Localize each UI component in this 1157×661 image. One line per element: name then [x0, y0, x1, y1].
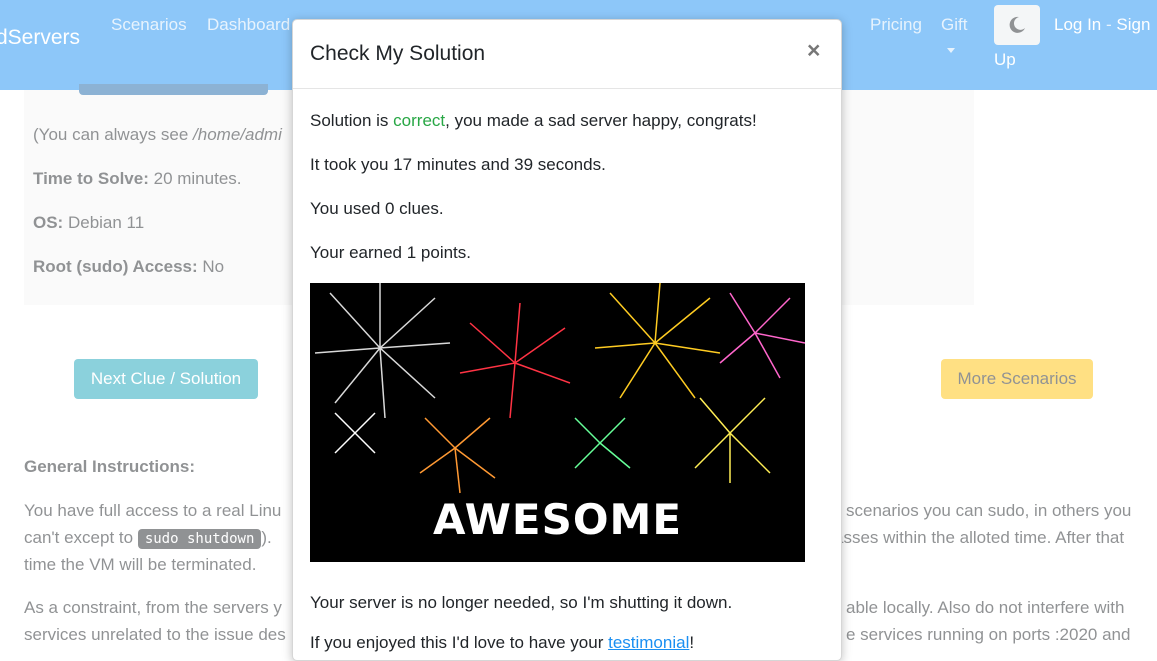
testimonial-link[interactable]: testimonial — [608, 633, 689, 652]
solution-status: correct — [393, 111, 446, 130]
close-icon[interactable]: × — [807, 37, 820, 64]
shutdown-message: Your server is no longer needed, so I'm … — [310, 593, 733, 612]
check-solution-modal: Check My Solution × Solution is correct,… — [292, 19, 842, 661]
testimonial-line: If you enjoyed this I'd love to have you… — [310, 633, 694, 653]
modal-title: Check My Solution — [310, 42, 486, 65]
fireworks-image: AWESOME — [310, 283, 805, 562]
points-earned: Your earned 1 points. — [310, 243, 471, 262]
solution-suffix: , you made a sad server happy, congrats! — [445, 111, 757, 130]
solution-status-line: Solution is correct, you made a sad serv… — [310, 111, 757, 131]
testimonial-suffix: ! — [689, 633, 695, 652]
clues-used: You used 0 clues. — [310, 199, 444, 218]
modal-header: Check My Solution × — [293, 20, 841, 89]
time-taken: It took you 17 minutes and 39 seconds. — [310, 155, 606, 174]
awesome-text: AWESOME — [432, 495, 683, 544]
solution-prefix: Solution is — [310, 111, 394, 130]
testimonial-prefix: If you enjoyed this I'd love to have you… — [310, 633, 609, 652]
